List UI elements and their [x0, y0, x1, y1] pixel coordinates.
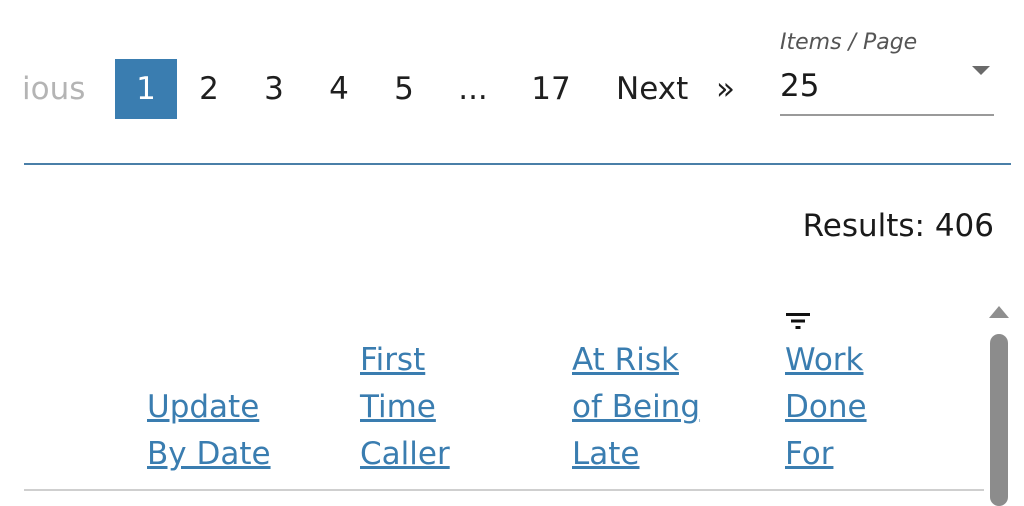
column-header-line: Update [147, 389, 260, 425]
scroll-up-icon[interactable] [989, 306, 1009, 318]
header-row-border [24, 489, 984, 491]
scrollbar-thumb[interactable] [990, 334, 1008, 506]
column-header-line: At Risk [572, 342, 679, 378]
select-underline [780, 114, 994, 116]
next-arrow-icon[interactable]: » [716, 59, 735, 119]
previous-page-link[interactable]: ious [22, 59, 85, 119]
column-header-work-done-for[interactable]: Work Done For [785, 337, 867, 478]
items-per-page-value[interactable]: 25 [780, 68, 819, 104]
column-header-line: By Date [147, 436, 271, 472]
column-header-first-time-caller[interactable]: First Time Caller [360, 337, 450, 478]
page-ellipsis: ... [458, 71, 488, 107]
column-header-line: of Being [572, 389, 701, 425]
section-divider [24, 163, 1011, 165]
results-count: Results: 406 [802, 208, 994, 244]
column-header-line: First [360, 342, 426, 378]
column-header-line: Late [572, 436, 640, 472]
page-4-button[interactable]: 4 [319, 59, 359, 119]
column-header-line: Time [360, 389, 436, 425]
page-17-button[interactable]: 17 [529, 59, 573, 119]
filter-icon[interactable] [785, 312, 811, 330]
page-3-button[interactable]: 3 [254, 59, 294, 119]
column-header-line: Caller [360, 436, 450, 472]
page-5-button[interactable]: 5 [384, 59, 424, 119]
items-per-page-select[interactable]: Items / Page 25 [780, 28, 994, 118]
column-header-at-risk-of-being-late[interactable]: At Risk of Being Late [572, 337, 700, 478]
page-2-button[interactable]: 2 [189, 59, 229, 119]
column-header-update-by-date[interactable]: Update By Date [147, 384, 271, 478]
chevron-down-icon[interactable] [972, 66, 990, 75]
next-page-link[interactable]: Next [616, 59, 688, 119]
column-header-line: Done [785, 389, 867, 425]
items-per-page-label: Items / Page [780, 30, 918, 55]
column-header-line: For [785, 436, 834, 472]
pagination: ious 1 2 3 4 5 ... 17 Next » [0, 59, 760, 119]
table-panel: ious 1 2 3 4 5 ... 17 Next » Items / Pag… [0, 0, 1024, 506]
column-header-line: Work [785, 342, 864, 378]
page-1-button[interactable]: 1 [115, 59, 177, 119]
